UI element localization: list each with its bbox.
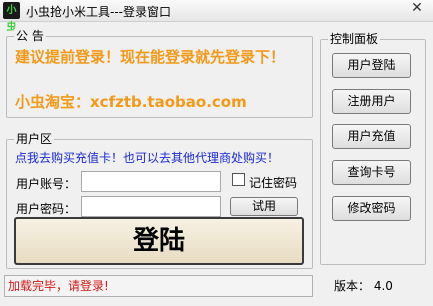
recharge-button[interactable]: 用户充值 xyxy=(332,124,411,149)
version-label: 版本： 4.0 xyxy=(334,279,393,293)
query-card-button[interactable]: 查询卡号 xyxy=(332,160,411,185)
user-area-group: 用户区 点我去购买充值卡！也可以去其他代理商处购买！ 用户账号： 记住密码 用户… xyxy=(6,132,313,269)
title-bar[interactable]: 小虫 小虫抢小米工具---登录窗口 ✕ xyxy=(0,0,433,33)
remember-password-checkbox[interactable] xyxy=(232,173,245,186)
password-input[interactable] xyxy=(81,196,221,217)
user-login-button[interactable]: 用户登陆 xyxy=(332,53,411,78)
password-label: 用户密码： xyxy=(16,202,77,216)
control-panel-group: 控制面板 用户登陆 注册用户 用户充值 查询卡号 修改密码 xyxy=(320,32,426,265)
notice-group: 公 告 建议提前登录！现在能登录就先登录下！ 小虫淘宝：xcfztb.taoba… xyxy=(6,29,313,118)
login-window: 小虫 小虫抢小米工具---登录窗口 ✕ 公 告 建议提前登录！现在能登录就先登录… xyxy=(0,0,433,306)
notice-line-1: 建议提前登录！现在能登录就先登录下！ xyxy=(15,48,286,66)
change-password-button[interactable]: 修改密码 xyxy=(332,196,411,221)
close-icon[interactable]: ✕ xyxy=(405,0,429,16)
buy-card-link[interactable]: 点我去购买充值卡！也可以去其他代理商处购买！ xyxy=(15,149,279,166)
app-icon: 小虫 xyxy=(3,2,20,33)
trial-button[interactable]: 试用 xyxy=(230,197,298,216)
status-bar: 加载完毕，请登录! xyxy=(4,275,313,297)
account-label: 用户账号： xyxy=(16,177,77,191)
register-user-button[interactable]: 注册用户 xyxy=(332,89,411,114)
account-input[interactable] xyxy=(81,171,221,192)
remember-password-label: 记住密码 xyxy=(249,176,298,190)
notice-shop-link[interactable]: 小虫淘宝：xcfztb.taobao.com xyxy=(15,91,247,112)
user-area-group-title: 用户区 xyxy=(14,132,55,146)
notice-group-title: 公 告 xyxy=(14,29,46,43)
login-button[interactable]: 登陆 xyxy=(14,217,304,265)
control-panel-title: 控制面板 xyxy=(328,32,381,46)
window-title: 小虫抢小米工具---登录窗口 xyxy=(26,5,171,19)
